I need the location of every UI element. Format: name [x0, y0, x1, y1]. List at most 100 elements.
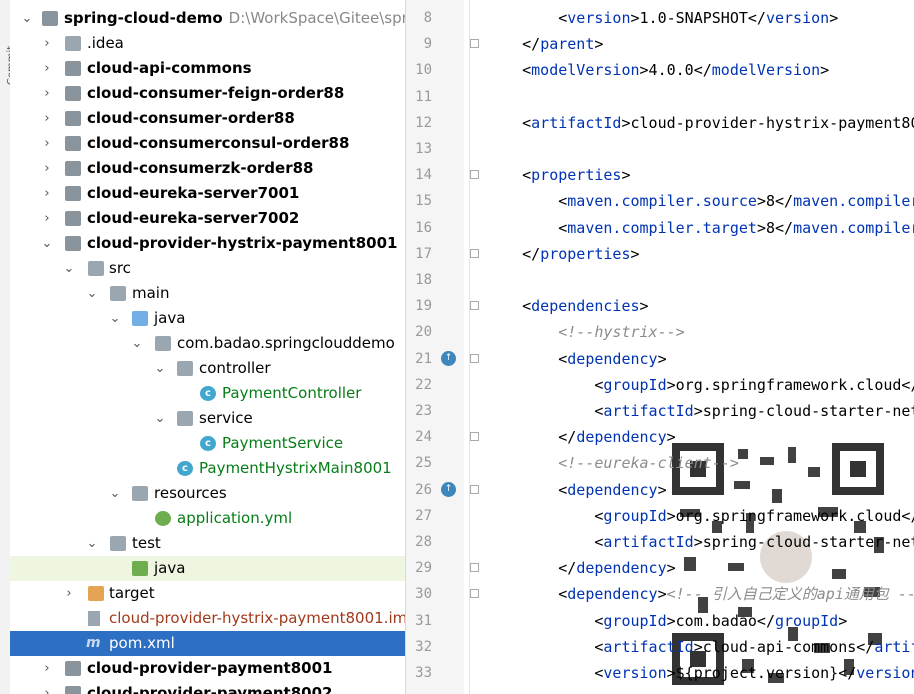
- tree-row-label: cloud-provider-payment8002: [87, 684, 333, 694]
- tree-row-module[interactable]: › cloud-consumerconsul-order88: [10, 131, 405, 156]
- tree-row-test-java[interactable]: java: [10, 556, 405, 581]
- tree-row-label: cloud-consumer-order88: [87, 109, 295, 127]
- tree-row-label: PaymentService: [222, 434, 344, 452]
- tree-row-test[interactable]: ⌄ test: [10, 531, 405, 556]
- code-line[interactable]: <dependency><!-- 引入自己定义的api通用包 -->: [486, 581, 914, 607]
- fold-marker-icon[interactable]: [470, 563, 479, 572]
- fold-marker-icon[interactable]: [470, 170, 479, 179]
- dependency-gutter-icon[interactable]: ↑: [441, 482, 456, 497]
- code-line[interactable]: <dependencies>: [486, 293, 648, 319]
- tree-row-label: service: [199, 409, 253, 427]
- chevron-right-icon[interactable]: ›: [40, 656, 54, 681]
- tree-row-label: resources: [154, 484, 227, 502]
- fold-marker-icon[interactable]: [470, 354, 479, 363]
- yml-file-icon: [155, 511, 171, 526]
- chevron-right-icon[interactable]: ›: [40, 681, 54, 694]
- tree-row-label: cloud-consumerconsul-order88: [87, 134, 350, 152]
- code-line[interactable]: <artifactId>cloud-provider-hystrix-payme…: [486, 110, 914, 136]
- code-line[interactable]: <properties>: [486, 162, 630, 188]
- tree-row-package[interactable]: ⌄ com.badao.springclouddemo: [10, 331, 405, 356]
- chevron-down-icon[interactable]: ⌄: [153, 406, 167, 431]
- tree-row-service[interactable]: ⌄ service: [10, 406, 405, 431]
- tree-row-label: java: [154, 309, 186, 327]
- fold-marker-icon[interactable]: [470, 485, 479, 494]
- folder-icon: [110, 536, 126, 551]
- tree-row-main[interactable]: ⌄ main: [10, 281, 405, 306]
- chevron-right-icon[interactable]: ›: [40, 106, 54, 131]
- line-number: 22: [415, 377, 432, 393]
- code-line[interactable]: </dependency>: [486, 424, 675, 450]
- code-line[interactable]: <maven.compiler.target>8</maven.compiler…: [486, 215, 914, 241]
- tree-row-resources[interactable]: ⌄ resources: [10, 481, 405, 506]
- code-line[interactable]: </properties>: [486, 241, 639, 267]
- tree-row-pom-selected[interactable]: m pom.xml: [10, 631, 405, 656]
- fold-marker-icon[interactable]: [470, 589, 479, 598]
- code-line[interactable]: </dependency>: [486, 555, 675, 581]
- chevron-right-icon[interactable]: ›: [40, 56, 54, 81]
- fold-marker-icon[interactable]: [470, 432, 479, 441]
- code-line[interactable]: <groupId>org.springframework.cloud</grou…: [486, 503, 914, 529]
- chevron-down-icon[interactable]: ⌄: [85, 531, 99, 556]
- chevron-right-icon[interactable]: ›: [40, 206, 54, 231]
- chevron-right-icon[interactable]: ›: [62, 581, 76, 606]
- tree-row-module[interactable]: › cloud-api-commons: [10, 56, 405, 81]
- tree-row-label: test: [132, 534, 161, 552]
- tree-row-controller[interactable]: ⌄ controller: [10, 356, 405, 381]
- code-line[interactable]: <version>1.0-SNAPSHOT</version>: [486, 5, 838, 31]
- package-icon: [177, 361, 193, 376]
- tree-row-module[interactable]: ⌄ cloud-provider-hystrix-payment8001: [10, 231, 405, 256]
- tree-row-label: com.badao.springclouddemo: [177, 334, 395, 352]
- tree-root-row[interactable]: ⌄ spring-cloud-demo D:\WorkSpace\Gitee\sp…: [10, 6, 405, 31]
- tree-row-module[interactable]: › cloud-eureka-server7002: [10, 206, 405, 231]
- tree-row-java[interactable]: ⌄ java: [10, 306, 405, 331]
- code-line[interactable]: <artifactId>spring-cloud-starter-netflix…: [486, 529, 914, 555]
- tree-row-yml[interactable]: application.yml: [10, 506, 405, 531]
- tree-row-module[interactable]: › cloud-consumer-feign-order88: [10, 81, 405, 106]
- tree-row-idea[interactable]: › .idea: [10, 31, 405, 56]
- tree-row-module[interactable]: › cloud-consumerzk-order88: [10, 156, 405, 181]
- chevron-down-icon[interactable]: ⌄: [20, 6, 34, 31]
- chevron-right-icon[interactable]: ›: [40, 181, 54, 206]
- chevron-down-icon[interactable]: ⌄: [40, 231, 54, 256]
- tree-row-src[interactable]: ⌄ src: [10, 256, 405, 281]
- tree-row-label: controller: [199, 359, 271, 377]
- code-line[interactable]: <version>${project.version}</version>: [486, 660, 914, 686]
- tree-row-class[interactable]: c PaymentController: [10, 381, 405, 406]
- chevron-down-icon[interactable]: ⌄: [153, 356, 167, 381]
- chevron-down-icon[interactable]: ⌄: [62, 256, 76, 281]
- chevron-right-icon[interactable]: ›: [40, 131, 54, 156]
- code-line[interactable]: <groupId>com.badao</groupId>: [486, 608, 847, 634]
- fold-marker-icon[interactable]: [470, 301, 479, 310]
- fold-marker-icon[interactable]: [470, 249, 479, 258]
- code-line[interactable]: <modelVersion>4.0.0</modelVersion>: [486, 57, 829, 83]
- chevron-down-icon[interactable]: ⌄: [85, 281, 99, 306]
- fold-marker-icon[interactable]: [470, 39, 479, 48]
- code-line[interactable]: <artifactId>spring-cloud-starter-netflix…: [486, 398, 914, 424]
- code-line[interactable]: <dependency>: [486, 346, 666, 372]
- chevron-right-icon[interactable]: ›: [40, 31, 54, 56]
- code-line[interactable]: <!--hystrix-->: [486, 319, 684, 345]
- tree-row-class[interactable]: c PaymentHystrixMain8001: [10, 456, 405, 481]
- code-editor[interactable]: 8 <version>1.0-SNAPSHOT</version> 9 </par…: [406, 0, 914, 694]
- chevron-down-icon[interactable]: ⌄: [108, 306, 122, 331]
- tree-row-iml[interactable]: cloud-provider-hystrix-payment8001.iml: [10, 606, 405, 631]
- tree-row-module[interactable]: › cloud-provider-payment8002: [10, 681, 405, 694]
- tree-row-module[interactable]: › cloud-provider-payment8001: [10, 656, 405, 681]
- code-line[interactable]: </parent>: [486, 31, 603, 57]
- tree-row-class[interactable]: c PaymentService: [10, 431, 405, 456]
- code-line[interactable]: <!--eureka-client-->: [486, 450, 739, 476]
- chevron-down-icon[interactable]: ⌄: [130, 331, 144, 356]
- line-number: 26: [415, 482, 432, 498]
- code-line[interactable]: <groupId>org.springframework.cloud</grou…: [486, 372, 914, 398]
- code-line[interactable]: <dependency>: [486, 477, 666, 503]
- code-line[interactable]: <artifactId>cloud-api-commons</artifactI…: [486, 634, 914, 660]
- tree-row-module[interactable]: › cloud-consumer-order88: [10, 106, 405, 131]
- chevron-right-icon[interactable]: ›: [40, 81, 54, 106]
- code-line[interactable]: <maven.compiler.source>8</maven.compiler…: [486, 188, 914, 214]
- chevron-down-icon[interactable]: ⌄: [108, 481, 122, 506]
- chevron-right-icon[interactable]: ›: [40, 156, 54, 181]
- tree-row-target[interactable]: › target: [10, 581, 405, 606]
- tree-row-module[interactable]: › cloud-eureka-server7001: [10, 181, 405, 206]
- line-number: 31: [415, 613, 432, 629]
- dependency-gutter-icon[interactable]: ↑: [441, 351, 456, 366]
